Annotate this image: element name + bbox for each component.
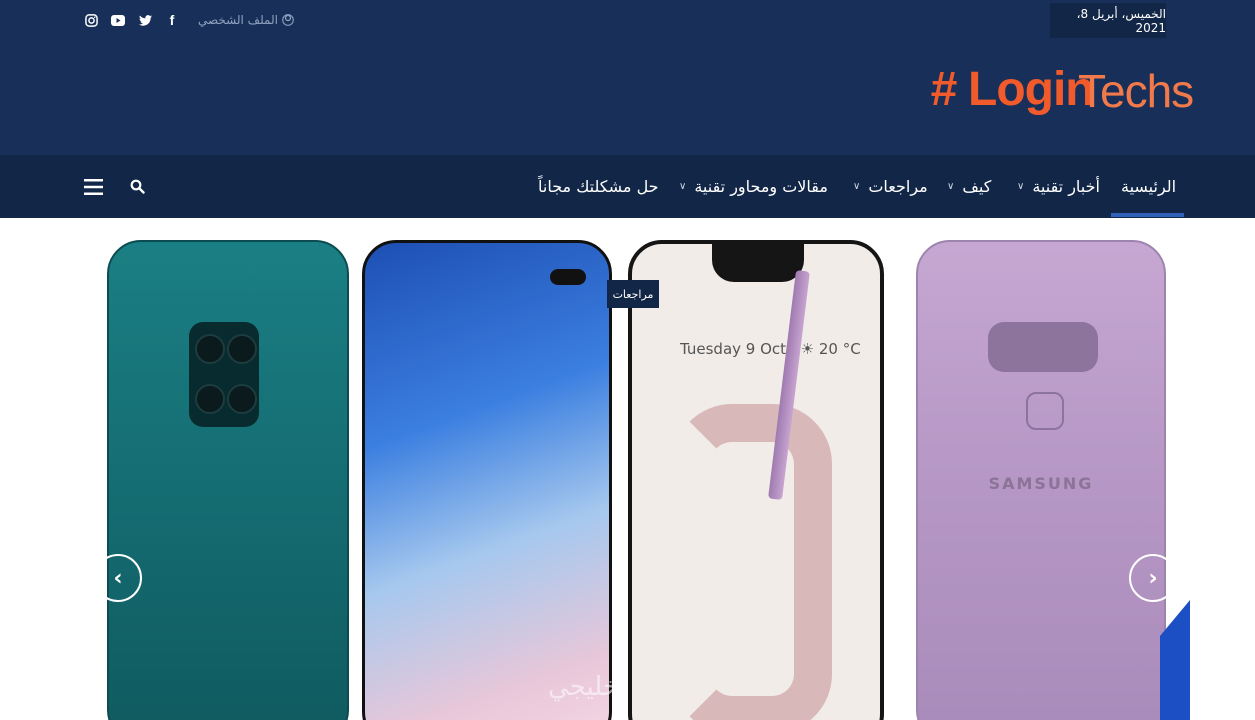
chevron-down-icon: ∨ — [853, 181, 861, 192]
nav-item-tech-news[interactable]: أخبار تقنية ∨ — [1017, 155, 1100, 218]
nav-label: مراجعات — [868, 177, 928, 196]
fingerprint-sensor — [1026, 392, 1064, 430]
camera-lens — [227, 334, 257, 364]
social-links: f — [84, 11, 179, 29]
logo-hash: # — [930, 63, 957, 116]
nav-label: أخبار تقنية — [1032, 177, 1100, 196]
menu-icon[interactable] — [84, 155, 103, 218]
chevron-down-icon: ∨ — [1017, 181, 1025, 192]
phone-notch — [712, 244, 804, 282]
camera-module — [189, 322, 259, 427]
image-watermark: خليجي — [548, 672, 619, 702]
nav-label: حل مشكلتك مجاناً — [538, 177, 659, 196]
camera-lens — [227, 384, 257, 414]
phone-brand-label: SAMSUNG — [988, 474, 1094, 493]
nav-active-indicator — [1111, 213, 1184, 217]
profile-link[interactable]: الملف الشخصي — [198, 11, 294, 29]
nav-item-free-help[interactable]: حل مشكلتك مجاناً — [538, 155, 659, 218]
twitter-icon[interactable] — [138, 13, 152, 27]
punch-hole-camera — [550, 269, 586, 285]
phone-image-galaxy-note9: SAMSUNG — [916, 240, 1166, 720]
nav-item-home[interactable]: الرئيسية — [1121, 155, 1176, 218]
nav-label: الرئيسية — [1121, 177, 1177, 196]
user-icon — [282, 14, 294, 26]
logo-login: Login — [968, 63, 1095, 116]
slider-prev-button[interactable]: ‹ — [94, 554, 142, 602]
nav-item-how[interactable]: كيف ∨ — [947, 155, 991, 218]
chevron-down-icon: ∨ — [679, 181, 687, 192]
camera-lens — [195, 384, 225, 414]
nav-label: كيف — [962, 177, 992, 196]
camera-module — [988, 322, 1098, 372]
site-logo[interactable]: # Login Techs — [930, 62, 1194, 122]
camera-lens — [195, 334, 225, 364]
youtube-icon[interactable] — [111, 13, 125, 27]
phone-image-huawei — [107, 240, 349, 720]
nav-label: مقالات ومحاور تقنية — [694, 177, 828, 196]
date-badge: الخميس، أبريل 8، 2021 — [1050, 3, 1166, 38]
chevron-left-icon: ‹ — [113, 565, 123, 591]
chevron-down-icon: ∨ — [947, 181, 955, 192]
logo-techs: Techs — [1078, 65, 1194, 117]
pixel-3-numeral — [672, 404, 832, 720]
nav-item-articles[interactable]: مقالات ومحاور تقنية ∨ — [679, 155, 828, 218]
category-tag[interactable]: مراجعات — [607, 280, 659, 308]
phone-image-pixel-3: Tuesday 9 Oct | ☀ 20 °C — [628, 240, 884, 720]
nav-item-reviews[interactable]: مراجعات ∨ — [853, 155, 928, 218]
chevron-right-icon: › — [1148, 565, 1158, 591]
instagram-icon[interactable] — [84, 13, 98, 27]
search-icon[interactable] — [130, 155, 145, 218]
phone-screen-time: Tuesday 9 Oct | ☀ 20 °C — [680, 340, 861, 358]
phone-image-galaxy-s10 — [362, 240, 612, 720]
profile-label: الملف الشخصي — [198, 13, 278, 27]
slider-next-button[interactable]: › — [1129, 554, 1177, 602]
facebook-icon[interactable]: f — [165, 12, 179, 28]
